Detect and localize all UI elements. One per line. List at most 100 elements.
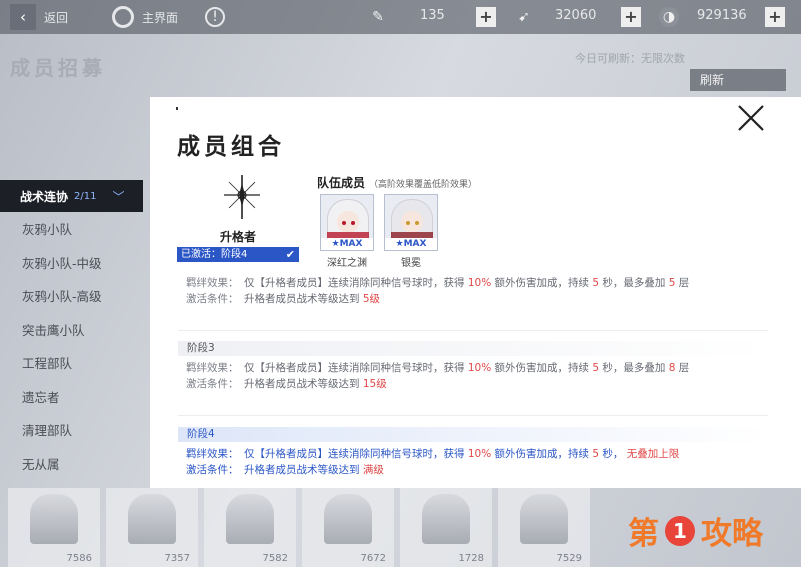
portrait-eye bbox=[406, 221, 410, 225]
stage-effect-block: 羁绊效果： 仅【升格者成员】连续消除同种信号球时，获得 10% 额外伤害加成，持… bbox=[186, 359, 766, 391]
team-member[interactable]: ★MAX 银冕 bbox=[384, 194, 438, 269]
stage4-header: 阶段4 bbox=[178, 427, 768, 442]
stage-effect-block-active: 羁绊效果： 仅【升格者成员】连续消除同种信号球时，获得 10% 额外伤害加成，持… bbox=[186, 445, 766, 477]
condition-label: 激活条件： bbox=[186, 463, 239, 476]
portrait-eye bbox=[415, 221, 419, 225]
card-power: 7357 bbox=[164, 553, 190, 564]
card-portrait bbox=[30, 494, 78, 544]
sidebar: 战术连协 2/11 ﹀ 灰鸦小队 灰鸦小队-中级 灰鸦小队-高级 突击鹰小队 工… bbox=[0, 180, 150, 480]
condition-label: 激活条件： bbox=[186, 377, 239, 390]
sidebar-item[interactable]: 遗忘者 bbox=[0, 380, 150, 414]
stamina-add-button[interactable]: + bbox=[476, 7, 496, 27]
currency1-add-button[interactable]: + bbox=[621, 7, 641, 27]
team-title: 队伍成员 bbox=[317, 176, 366, 190]
member-card[interactable]: 7586 bbox=[8, 488, 100, 567]
stage3-header: 阶段3 bbox=[178, 341, 768, 356]
member-name: 深红之渊 bbox=[327, 258, 367, 269]
sidebar-item[interactable]: 突击鹰小队 bbox=[0, 313, 150, 347]
member-card[interactable]: 7582 bbox=[204, 488, 296, 567]
stage-effect-block: 羁绊效果： 仅【升格者成员】连续消除同种信号球时，获得 10% 额外伤害加成，持… bbox=[186, 274, 766, 306]
team-header: 队伍成员 （高阶效果覆盖低阶效果） bbox=[317, 174, 477, 191]
back-button[interactable]: ‹ 返回 bbox=[10, 4, 68, 30]
panel-corner-mark bbox=[176, 107, 178, 110]
close-icon[interactable] bbox=[733, 100, 769, 136]
alert-icon[interactable]: ! bbox=[205, 7, 225, 27]
home-circle-icon bbox=[112, 6, 134, 28]
member-card[interactable]: 7357 bbox=[106, 488, 198, 567]
effect-row: 羁绊效果： 仅【升格者成员】连续消除同种信号球时，获得 10% 额外伤害加成，持… bbox=[186, 359, 766, 375]
sidebar-item[interactable]: 灰鸦小队 bbox=[0, 212, 150, 246]
sidebar-item[interactable]: 无从属 bbox=[0, 447, 150, 481]
card-portrait bbox=[226, 494, 274, 544]
max-badge: ★MAX bbox=[385, 238, 437, 250]
condition-text: 升格者成员战术等级达到 15级 bbox=[244, 377, 387, 390]
background-title: 成员招募 bbox=[10, 56, 106, 80]
portrait-eye bbox=[342, 221, 346, 225]
divider bbox=[178, 330, 768, 331]
role-status-text: 已激活：阶段4 bbox=[181, 249, 248, 260]
sidebar-header-count: 2/11 bbox=[74, 190, 97, 202]
effect-row: 羁绊效果： 仅【升格者成员】连续消除同种信号球时，获得 10% 额外伤害加成，持… bbox=[186, 445, 766, 461]
member-portrait: ★MAX bbox=[384, 194, 438, 251]
currency1-value: 32060 bbox=[555, 8, 597, 23]
member-card[interactable]: 7672 bbox=[302, 488, 394, 567]
effect-text: 仅【升格者成员】连续消除同种信号球时，获得 10% 额外伤害加成，持续 5 秒，… bbox=[244, 361, 690, 374]
member-combo-panel: 成员组合 升格者 已激活：阶段4 ✔ 队伍成员 （高阶效果覆盖低阶效果） ★MA… bbox=[150, 97, 801, 488]
effect-label: 羁绊效果： bbox=[186, 361, 239, 374]
sidebar-header-label: 战术连协 bbox=[20, 189, 69, 204]
effect-row: 羁绊效果： 仅【升格者成员】连续消除同种信号球时，获得 10% 额外伤害加成，持… bbox=[186, 274, 766, 290]
watermark-left: 第 bbox=[628, 516, 659, 552]
card-power: 7529 bbox=[556, 553, 582, 564]
effect-text: 仅【升格者成员】连续消除同种信号球时，获得 10% 额外伤害加成，持续 5 秒，… bbox=[244, 276, 690, 289]
chevron-down-icon: ﹀ bbox=[112, 189, 125, 204]
condition-label: 激活条件： bbox=[186, 292, 239, 305]
member-name: 银冕 bbox=[401, 258, 421, 269]
stamina-value: 135 bbox=[420, 8, 445, 23]
sidebar-item[interactable]: 灰鸦小队-中级 bbox=[0, 246, 150, 280]
portrait-face bbox=[401, 211, 423, 233]
condition-text: 升格者成员战术等级达到 满级 bbox=[244, 463, 384, 476]
watermark-number: 1 bbox=[665, 515, 695, 546]
card-portrait bbox=[128, 494, 176, 544]
max-badge: ★MAX bbox=[321, 238, 373, 250]
check-icon: ✔ bbox=[285, 248, 295, 261]
effect-label: 羁绊效果： bbox=[186, 447, 239, 460]
stamina-icon: ✎ bbox=[372, 9, 384, 25]
top-bar: ‹ 返回 主界面 ! ✎ 135 + ➹ 32060 + ◑ 929136 + bbox=[0, 0, 801, 34]
currency2-icon: ◑ bbox=[659, 7, 679, 27]
card-power: 1728 bbox=[458, 553, 484, 564]
card-portrait bbox=[422, 494, 470, 544]
home-button[interactable]: 主界面 bbox=[112, 4, 178, 30]
watermark-right: 攻略 bbox=[701, 516, 763, 552]
effect-text: 仅【升格者成员】连续消除同种信号球时，获得 10% 额外伤害加成，持续 5 秒，… bbox=[244, 447, 680, 460]
card-power: 7582 bbox=[262, 553, 288, 564]
sidebar-header-dropdown[interactable]: 战术连协 2/11 ﹀ bbox=[0, 180, 143, 212]
refresh-button[interactable]: 刷新 bbox=[690, 69, 786, 91]
home-label: 主界面 bbox=[142, 10, 179, 25]
currency1-icon: ➹ bbox=[518, 9, 530, 25]
panel-title: 成员组合 bbox=[177, 134, 285, 160]
card-power: 7672 bbox=[360, 553, 386, 564]
sidebar-item[interactable]: 灰鸦小队-高级 bbox=[0, 279, 150, 313]
sidebar-item[interactable]: 清理部队 bbox=[0, 413, 150, 447]
sidebar-item[interactable]: 工程部队 bbox=[0, 346, 150, 380]
condition-row: 激活条件： 升格者成员战术等级达到 满级 bbox=[186, 461, 766, 477]
background-note: 今日可刷新：无限次数 bbox=[575, 52, 685, 65]
back-label: 返回 bbox=[44, 10, 69, 25]
role-status-badge: 已激活：阶段4 ✔ bbox=[177, 247, 299, 262]
member-card[interactable]: 7529 bbox=[498, 488, 590, 567]
site-watermark: 第 1 攻略 bbox=[628, 508, 763, 553]
portrait-eye bbox=[351, 221, 355, 225]
team-member[interactable]: ★MAX 深红之渊 bbox=[320, 194, 374, 269]
card-portrait bbox=[520, 494, 568, 544]
team-note: （高阶效果覆盖低阶效果） bbox=[369, 180, 478, 190]
portrait-face bbox=[337, 211, 359, 233]
condition-row: 激活条件： 升格者成员战术等级达到 5级 bbox=[186, 290, 766, 306]
condition-row: 激活条件： 升格者成员战术等级达到 15级 bbox=[186, 375, 766, 391]
currency2-add-button[interactable]: + bbox=[765, 7, 785, 27]
member-portrait: ★MAX bbox=[320, 194, 374, 251]
divider bbox=[178, 415, 768, 416]
effect-label: 羁绊效果： bbox=[186, 276, 239, 289]
member-card[interactable]: 1728 bbox=[400, 488, 492, 567]
ascendant-emblem-icon bbox=[224, 175, 260, 219]
